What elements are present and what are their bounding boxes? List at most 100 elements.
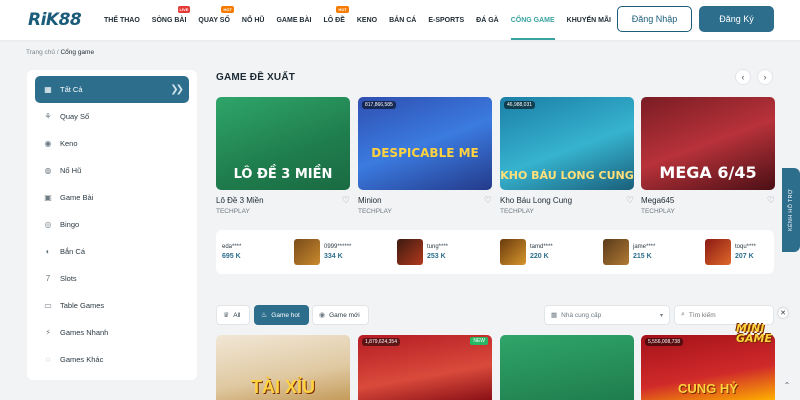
breadcrumb-home[interactable]: Trang chủ bbox=[26, 49, 55, 56]
game-card[interactable]: MEGA 6/45 Mega645 ♡ TECHPLAY bbox=[641, 97, 775, 215]
game-art-text: LÔ ĐỀ 3 MIỀN bbox=[233, 167, 333, 182]
game-thumbnail[interactable]: MEGA 6/45 bbox=[641, 97, 775, 190]
jackpot-icon: ◍ bbox=[44, 166, 52, 175]
heart-icon[interactable]: ♡ bbox=[342, 195, 350, 206]
game-thumbnail[interactable]: 817,866,585 DESPICABLE ME bbox=[358, 97, 492, 190]
sidebar-item-no-hu[interactable]: ◍ Nổ Hũ bbox=[35, 157, 189, 184]
filter-game-hot[interactable]: ♨ Game hot bbox=[254, 305, 309, 325]
filter-label: Game mới bbox=[329, 311, 360, 319]
sidebar-item-label: Games Nhanh bbox=[60, 328, 109, 337]
winner-amount: 220 K bbox=[530, 253, 549, 260]
view-count: 5,556,008,738 bbox=[645, 338, 683, 346]
fast-icon: ⚡ bbox=[45, 328, 51, 337]
sidebar-item-label: Keno bbox=[60, 139, 78, 148]
winner-amount: 207 K bbox=[735, 253, 754, 260]
view-count: 1,879,624,354 bbox=[362, 338, 400, 346]
nav-no-hu[interactable]: NỔ HŨ bbox=[242, 0, 265, 40]
winner-item: jame**** 215 K bbox=[603, 237, 699, 267]
keno-icon: ◉ bbox=[44, 139, 52, 148]
sidebar-item-keno[interactable]: ◉ Keno bbox=[35, 130, 189, 157]
bingo-icon: ◎ bbox=[44, 220, 52, 229]
sidebar-item-games-nhanh[interactable]: ⚡ Games Nhanh bbox=[35, 319, 189, 346]
sidebar-item-all[interactable]: ▦ Tất Cả ❯❯ bbox=[35, 76, 189, 103]
game-thumbnail bbox=[705, 239, 731, 265]
game-provider: TECHPLAY bbox=[358, 208, 392, 215]
game-provider: TECHPLAY bbox=[216, 208, 250, 215]
winner-name: eda**** bbox=[222, 244, 242, 250]
sidebar-item-label: Slots bbox=[60, 274, 77, 283]
game-thumbnail[interactable]: LÔ ĐỀ 3 MIỀN bbox=[216, 97, 350, 190]
carousel-prev-button[interactable]: ‹ bbox=[735, 69, 751, 85]
scroll-top-icon[interactable]: ⌃ bbox=[780, 378, 794, 392]
game-art-text: KHO BÁU LONG CUNG bbox=[500, 169, 634, 182]
winner-name: tung**** bbox=[427, 244, 449, 250]
featured-title: GAME ĐỀ XUẤT bbox=[216, 72, 296, 83]
game-card[interactable]: 46,988,031 KHO BÁU LONG CUNG Kho Báu Lon… bbox=[500, 97, 634, 215]
sidebar-item-game-bai[interactable]: ▣ Game Bài bbox=[35, 184, 189, 211]
game-thumbnail[interactable]: 46,988,031 KHO BÁU LONG CUNG bbox=[500, 97, 634, 190]
support-tab-label: KÊNH HỖ TRỢ bbox=[788, 189, 794, 231]
nav-cong-game[interactable]: CỔNG GAME bbox=[510, 0, 555, 40]
register-button[interactable]: Đăng Ký bbox=[699, 6, 774, 32]
new-icon: ◉ bbox=[319, 312, 326, 319]
heart-icon[interactable]: ♡ bbox=[767, 195, 775, 206]
site-logo[interactable]: RiK88 bbox=[28, 10, 82, 30]
view-count: 46,988,031 bbox=[504, 101, 536, 109]
nav-the-thao[interactable]: THỂ THAO bbox=[104, 0, 140, 40]
sidebar-item-ban-ca[interactable]: ◐ Bắn Cá bbox=[35, 238, 189, 265]
nav-song-bai[interactable]: SÒNG BÀI LIVE bbox=[152, 0, 191, 40]
double-chevron-icon: ❯❯ bbox=[170, 84, 184, 95]
game-thumbnail bbox=[500, 239, 526, 265]
lottery-icon: ⚘ bbox=[44, 112, 52, 121]
heart-icon[interactable]: ♡ bbox=[626, 195, 634, 206]
game-provider: TECHPLAY bbox=[500, 208, 534, 215]
sidebar-item-games-khac[interactable]: ◌ Games Khác bbox=[35, 346, 189, 373]
game-provider: TECHPLAY bbox=[641, 208, 675, 215]
game-name: Mega645 bbox=[641, 196, 675, 205]
nav-keno[interactable]: KENO bbox=[357, 0, 377, 40]
nav-da-ga[interactable]: ĐÁ GÀ bbox=[476, 0, 499, 40]
winner-item: 0999****** 334 K bbox=[294, 237, 390, 267]
category-sidebar: ▦ Tất Cả ❯❯ ⚘ Quay Số ◉ Keno ◍ Nổ Hũ ▣ G… bbox=[27, 70, 197, 380]
game-thumbnail[interactable]: 1,879,624,354 NEW bbox=[358, 335, 492, 400]
game-art-text: CUNG HỶ bbox=[678, 381, 738, 396]
other-icon: ◌ bbox=[45, 355, 51, 364]
search-icon: ⌕ bbox=[681, 311, 685, 318]
mini-game-widget[interactable]: MINI GAME ✕ bbox=[730, 308, 790, 360]
cards-icon: ▣ bbox=[44, 193, 52, 202]
game-thumbnail[interactable]: TÀI XỈU bbox=[216, 335, 350, 400]
breadcrumb: Trang chủ / Cổng game bbox=[26, 49, 94, 56]
winner-amount: 695 K bbox=[222, 253, 241, 260]
support-channel-tab[interactable]: KÊNH HỖ TRỢ bbox=[782, 168, 800, 252]
game-thumbnail bbox=[397, 239, 423, 265]
sidebar-item-quay-so[interactable]: ⚘ Quay Số bbox=[35, 103, 189, 130]
login-button[interactable]: Đăng Nhập bbox=[617, 6, 692, 32]
game-card[interactable]: LÔ ĐỀ 3 MIỀN Lô Đề 3 Miền ♡ TECHPLAY bbox=[216, 97, 350, 215]
close-icon[interactable]: ✕ bbox=[778, 308, 788, 318]
nav-game-bai[interactable]: GAME BÀI bbox=[276, 0, 311, 40]
sidebar-item-bingo[interactable]: ◎ Bingo bbox=[35, 211, 189, 238]
chevron-down-icon: ▾ bbox=[659, 312, 663, 319]
nav-esports[interactable]: E-SPORTS bbox=[428, 0, 464, 40]
game-thumbnail[interactable] bbox=[500, 335, 634, 400]
heart-icon[interactable]: ♡ bbox=[484, 195, 492, 206]
provider-select-label: Nhà cung cấp bbox=[561, 311, 602, 319]
filter-game-moi[interactable]: ◉ Game mới bbox=[312, 305, 369, 325]
winner-amount: 334 K bbox=[324, 253, 343, 260]
game-card[interactable]: 817,866,585 DESPICABLE ME Minion ♡ TECHPL… bbox=[358, 97, 492, 215]
game-thumbnail bbox=[294, 239, 320, 265]
sidebar-item-label: Quay Số bbox=[60, 112, 90, 121]
carousel-next-button[interactable]: › bbox=[757, 69, 773, 85]
nav-lo-de[interactable]: LÔ ĐỀ HOT bbox=[323, 0, 349, 40]
filter-all[interactable]: ♛ All bbox=[216, 305, 250, 325]
sidebar-item-label: Games Khác bbox=[60, 355, 104, 364]
nav-khuyen-mai[interactable]: KHUYẾN MÃI bbox=[567, 0, 611, 40]
provider-select[interactable]: ▦ Nhà cung cấp ▾ bbox=[544, 305, 670, 325]
nav-quay-so[interactable]: QUAY SỐ HOT bbox=[198, 0, 234, 40]
sidebar-item-slots[interactable]: 7 Slots bbox=[35, 265, 189, 292]
nav-ban-ca[interactable]: BẮN CÁ bbox=[389, 0, 416, 40]
sidebar-item-label: Bingo bbox=[60, 220, 80, 229]
winner-item: tung**** 253 K bbox=[397, 237, 493, 267]
hot-badge: HOT bbox=[221, 6, 234, 13]
sidebar-item-table-games[interactable]: ▭ Table Games bbox=[35, 292, 189, 319]
